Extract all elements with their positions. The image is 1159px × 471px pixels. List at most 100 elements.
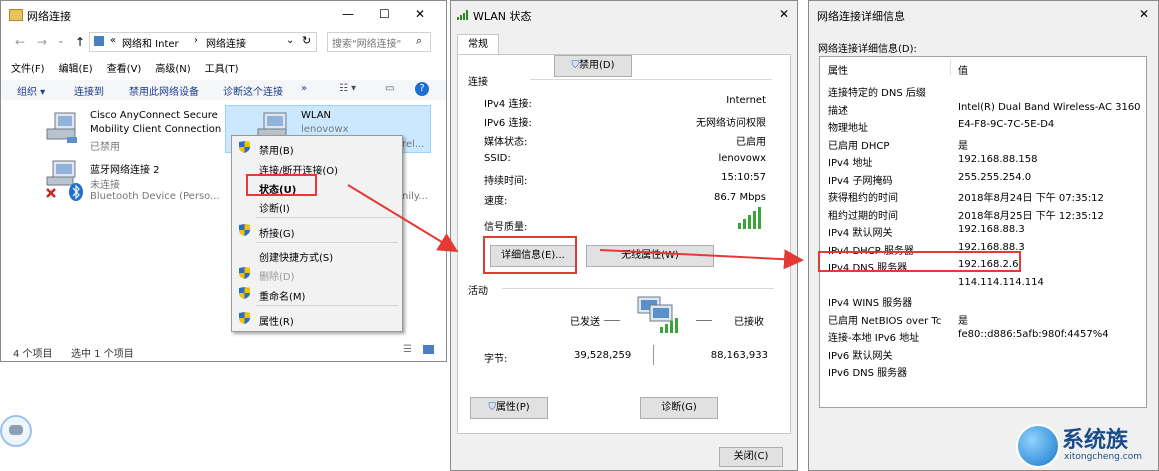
- diagnose-button[interactable]: 诊断这个连接: [223, 83, 283, 98]
- received-label: 已接收: [734, 317, 764, 328]
- ipv4-label: IPv4 连接:: [484, 99, 532, 110]
- detail-property[interactable]: 已启用 NetBIOS over Tc: [828, 312, 941, 327]
- shield-icon: ⛉: [488, 402, 496, 413]
- detail-value[interactable]: 192.168.88.3: [958, 224, 1025, 235]
- close-dialog-button[interactable]: 关闭(C): [719, 447, 783, 467]
- address-dropdown-icon[interactable]: ⌄: [286, 35, 294, 46]
- menu-advanced[interactable]: 高级(N): [155, 64, 190, 75]
- disable-device-button[interactable]: 禁用此网络设备: [129, 83, 199, 98]
- detail-property[interactable]: IPv6 默认网关: [828, 347, 892, 362]
- column-header-value[interactable]: 值: [958, 62, 968, 77]
- up-button[interactable]: ↑: [75, 35, 85, 49]
- watermark-url: xitongcheng.com: [1064, 452, 1142, 462]
- command-bar: 组织 ▾ 连接到 禁用此网络设备 诊断这个连接 » ☷ ▾ ▭ ?: [1, 80, 446, 100]
- menu-item-disable[interactable]: 禁用(B): [259, 142, 294, 157]
- detail-value[interactable]: fe80::d886:5afb:980f:4457%4: [958, 329, 1109, 340]
- refresh-icon[interactable]: ↻: [302, 34, 311, 47]
- properties-button[interactable]: ⛉属性(P): [470, 397, 548, 419]
- menu-view[interactable]: 查看(V): [107, 64, 142, 75]
- bytes-sent-value: 39,528,259: [574, 350, 632, 361]
- window-title: 网络连接: [27, 10, 71, 23]
- wireless-properties-label: 无线属性(W): [621, 250, 679, 261]
- network-adapter-icon: [46, 112, 77, 143]
- detail-value[interactable]: 255.255.254.0: [958, 172, 1031, 183]
- close-button[interactable]: ✕: [1139, 7, 1149, 21]
- detail-value[interactable]: 是: [958, 137, 968, 152]
- sent-label: 已发送: [570, 317, 600, 328]
- back-button[interactable]: ←: [15, 35, 25, 49]
- menu-item-diagnose[interactable]: 诊断(I): [259, 200, 290, 215]
- detail-value[interactable]: 114.114.114.114: [958, 277, 1044, 288]
- detail-value[interactable]: 192.168.88.158: [958, 154, 1038, 165]
- connect-to-button[interactable]: 连接到: [74, 83, 104, 98]
- breadcrumb-overflow[interactable]: «: [110, 35, 116, 46]
- details-caption: 网络连接详细信息(D):: [818, 44, 917, 55]
- detail-property[interactable]: 已启用 DHCP: [828, 137, 889, 152]
- recent-dropdown[interactable]: ⌄: [57, 36, 65, 46]
- close-button[interactable]: ✕: [415, 7, 425, 21]
- context-menu: 禁用(B) 连接/断开连接(O) 状态(U) 诊断(I) 桥接(G) 创建快捷方…: [231, 135, 403, 332]
- address-bar[interactable]: « 网络和 Inter › 网络连接 ⌄ ↻: [89, 32, 317, 52]
- breadcrumb-network-internet[interactable]: 网络和 Inter: [122, 35, 179, 50]
- detail-property[interactable]: IPv4 默认网关: [828, 224, 892, 239]
- tiles-view-icon[interactable]: [423, 345, 434, 354]
- menu-item-bridge[interactable]: 桥接(G): [259, 225, 295, 240]
- menu-item-rename[interactable]: 重命名(M): [259, 288, 305, 303]
- forward-button[interactable]: →: [37, 35, 47, 49]
- wlan-adapter-tail: rel...: [402, 139, 425, 150]
- menu-tools[interactable]: 工具(T): [205, 64, 239, 75]
- organize-button[interactable]: 组织 ▾: [17, 83, 45, 98]
- detail-property[interactable]: 连接-本地 IPv6 地址: [828, 329, 919, 344]
- detail-property[interactable]: 连接特定的 DNS 后缀: [828, 84, 926, 99]
- network-activity-icon: [637, 296, 678, 333]
- control-panel-icon: [94, 36, 104, 46]
- menu-edit[interactable]: 编辑(E): [59, 64, 93, 75]
- detail-property[interactable]: IPv4 WINS 服务器: [828, 294, 912, 309]
- help-icon[interactable]: ?: [415, 82, 429, 96]
- disable-button[interactable]: ⛉禁用(D): [554, 55, 632, 77]
- menu-item-create-shortcut[interactable]: 创建快捷方式(S): [259, 249, 333, 264]
- diagnose-button[interactable]: 诊断(G): [640, 397, 718, 419]
- menu-item-properties[interactable]: 属性(R): [259, 313, 294, 328]
- assistant-avatar[interactable]: [0, 415, 32, 447]
- more-commands-button[interactable]: »: [301, 83, 307, 94]
- details-list[interactable]: 属性 值 连接特定的 DNS 后缀 描述 Intel(R) Dual Band Wi…: [819, 56, 1147, 408]
- bluetooth-status: 未连接: [90, 180, 120, 191]
- detail-property[interactable]: IPv6 DNS 服务器: [828, 364, 907, 379]
- maximize-button[interactable]: ☐: [379, 7, 390, 21]
- column-header-property[interactable]: 属性: [828, 62, 848, 77]
- wireless-properties-button[interactable]: 无线属性(W): [586, 245, 714, 267]
- search-box[interactable]: 搜索"网络连接" ⌕: [327, 32, 431, 52]
- detail-value[interactable]: E4-F8-9C-7C-5E-D4: [958, 119, 1054, 130]
- detail-value[interactable]: 是: [958, 312, 968, 327]
- ipv4-value: Internet: [726, 95, 766, 106]
- bluetooth-adapter-icon: [46, 160, 83, 201]
- detail-value[interactable]: 2018年8月24日 下午 07:35:12: [958, 189, 1104, 204]
- minimize-button[interactable]: —: [342, 7, 354, 21]
- received-line: [696, 320, 712, 321]
- detail-property[interactable]: 获得租约的时间: [828, 189, 898, 204]
- detail-property[interactable]: 描述: [828, 102, 848, 117]
- detail-property[interactable]: IPv4 地址: [828, 154, 872, 169]
- menu-file[interactable]: 文件(F): [11, 64, 45, 75]
- watermark: 系统族 xitongcheng.com: [1012, 418, 1159, 471]
- detail-value[interactable]: 2018年8月25日 下午 12:35:12: [958, 207, 1104, 222]
- detail-value[interactable]: Intel(R) Dual Band Wireless-AC 3160: [958, 102, 1141, 113]
- detail-property[interactable]: 租约过期的时间: [828, 207, 898, 222]
- shield-icon: [239, 312, 250, 324]
- bytes-divider: [653, 345, 654, 365]
- detail-property[interactable]: IPv4 子网掩码: [828, 172, 892, 187]
- cisco-connection-item[interactable]: Cisco AnyConnect Secure Mobility Client …: [45, 109, 225, 153]
- breadcrumb-network-connections[interactable]: 网络连接: [206, 35, 246, 50]
- search-input[interactable]: 搜索"网络连接": [332, 35, 401, 50]
- details-view-icon[interactable]: ☰: [403, 344, 412, 355]
- search-icon[interactable]: ⌕: [416, 34, 422, 48]
- view-options-icon[interactable]: ☷ ▾: [339, 83, 356, 94]
- close-button[interactable]: ✕: [779, 7, 789, 21]
- breadcrumb-separator: ›: [194, 35, 198, 46]
- group-divider: [530, 79, 772, 80]
- preview-pane-icon[interactable]: ▭: [385, 83, 394, 94]
- detail-property[interactable]: 物理地址: [828, 119, 868, 134]
- tab-general[interactable]: 常规: [457, 34, 499, 55]
- menu-item-delete[interactable]: 删除(D): [259, 268, 295, 283]
